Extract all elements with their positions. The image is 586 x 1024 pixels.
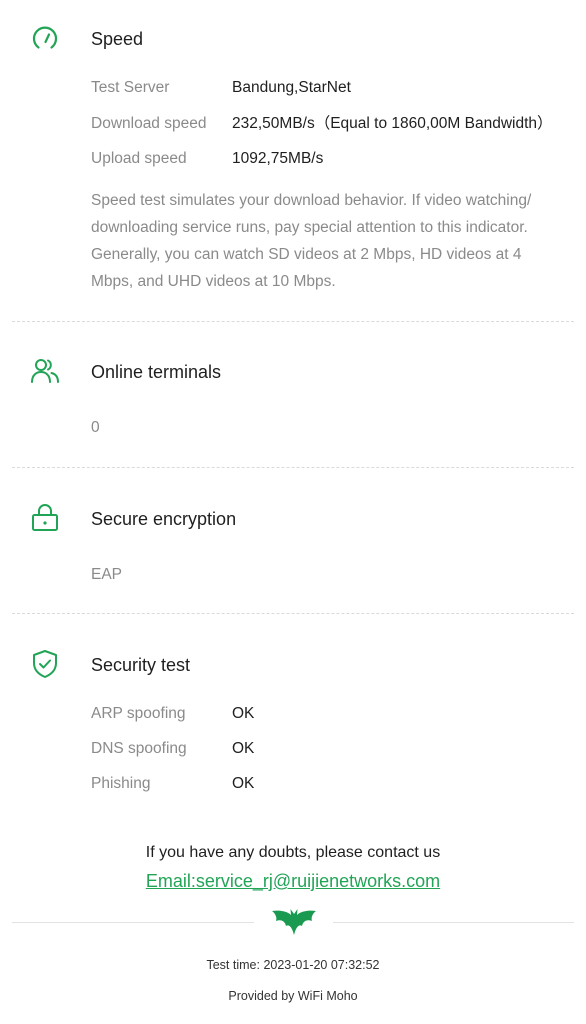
encryption-value: EAP bbox=[91, 566, 123, 583]
arp-spoofing-value: OK bbox=[232, 705, 255, 722]
footer-divider-right bbox=[333, 922, 574, 923]
provided-by: Provided by WiFi Moho bbox=[228, 989, 358, 1003]
lock-icon bbox=[32, 504, 58, 531]
dns-spoofing-value: OK bbox=[232, 740, 255, 757]
email-link[interactable]: Email:service_rj@ruijienetworks.com bbox=[0, 871, 586, 892]
speedometer-icon bbox=[32, 26, 58, 49]
upload-speed-value: 1092,75MB/s bbox=[232, 150, 324, 167]
arp-spoofing-label: ARP spoofing bbox=[91, 705, 186, 722]
terminals-count: 0 bbox=[91, 419, 100, 436]
test-server-value: Bandung,StarNet bbox=[232, 79, 351, 96]
security-title: Security test bbox=[91, 655, 191, 675]
bat-logo-icon bbox=[272, 909, 316, 935]
section-divider bbox=[12, 467, 574, 468]
speed-description: Speed test simulates your download behav… bbox=[91, 192, 532, 290]
dns-spoofing-label: DNS spoofing bbox=[91, 740, 187, 757]
download-speed-label: Download speed bbox=[91, 115, 207, 132]
phishing-label: Phishing bbox=[91, 775, 151, 792]
shield-check-icon bbox=[33, 650, 57, 678]
test-time: Test time: 2023-01-20 07:32:52 bbox=[206, 958, 380, 972]
upload-speed-label: Upload speed bbox=[91, 150, 187, 167]
speed-title: Speed bbox=[91, 29, 144, 49]
encryption-title: Secure encryption bbox=[91, 509, 237, 529]
users-icon bbox=[31, 359, 59, 383]
footer-divider-left bbox=[12, 922, 254, 923]
terminals-title: Online terminals bbox=[91, 362, 222, 382]
contact-text: If you have any doubts, please contact u… bbox=[145, 844, 441, 861]
section-divider bbox=[12, 321, 574, 322]
section-divider bbox=[12, 613, 574, 614]
speed-test-report: Speed Test Server Bandung,StarNet Downlo… bbox=[0, 0, 586, 1024]
download-speed-value: 232,50MB/s（Equal to 1860,00M Bandwidth） bbox=[232, 115, 553, 132]
phishing-value: OK bbox=[232, 775, 255, 792]
test-server-label: Test Server bbox=[91, 79, 170, 96]
